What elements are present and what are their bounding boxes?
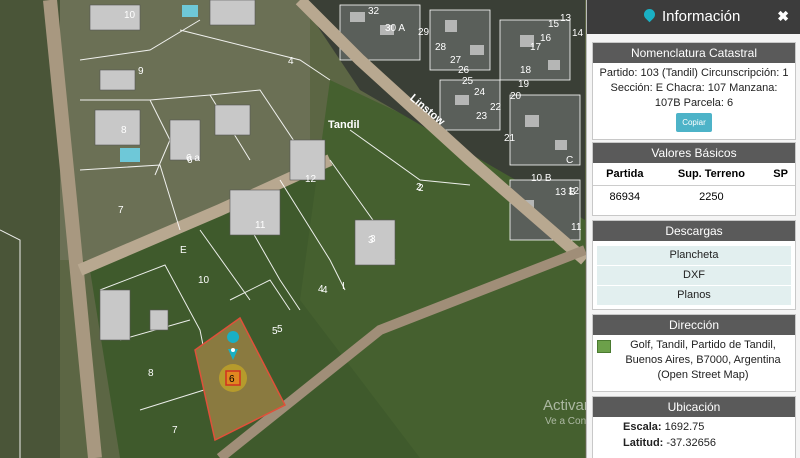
direccion-header: Dirección xyxy=(593,315,795,335)
location-pin-icon xyxy=(641,6,658,23)
column-header: SP xyxy=(773,168,788,180)
lot-label: 11 xyxy=(571,222,582,233)
download-planos-link[interactable]: Planos xyxy=(597,285,791,305)
sp-value xyxy=(766,185,795,208)
lot-label: 6 a xyxy=(186,153,200,164)
lot-label: 7 xyxy=(118,205,124,216)
lot-label: 32 xyxy=(368,6,380,17)
lot-label: 4 xyxy=(318,284,324,295)
info-panel: Información ✖ Nomenclatura Catastral Par… xyxy=(586,0,800,458)
lot-label: 8 xyxy=(148,368,154,379)
lot-label: 29 xyxy=(418,27,430,38)
escala-value: 1692.75 xyxy=(664,421,705,433)
place-label-tandil: Tandil xyxy=(328,119,360,131)
lot-label: 24 xyxy=(474,87,486,98)
descargas-card: Descargas Plancheta DXF Planos xyxy=(592,220,796,310)
lot-label: 7 xyxy=(172,425,178,436)
lot-label: 21 xyxy=(504,133,516,144)
lot-label: 13 B xyxy=(555,187,576,198)
selected-lot-label: 6 xyxy=(229,374,235,385)
lot-label: 11 xyxy=(255,220,266,231)
lot-label: 25 xyxy=(462,76,474,87)
nomenclatura-header: Nomenclatura Catastral xyxy=(593,43,795,63)
column-header: Partida xyxy=(606,168,644,180)
latitud-label: Latitud: xyxy=(623,437,664,449)
lot-label: 19 xyxy=(518,79,530,90)
latitud-value: -37.32656 xyxy=(666,437,716,449)
escala-label: Escala: xyxy=(623,421,662,433)
table-row: 86934 2250 xyxy=(593,185,795,208)
lot-label: 18 xyxy=(520,65,532,76)
lot-label: 16 xyxy=(540,33,552,44)
download-dxf-link[interactable]: DXF xyxy=(597,265,791,285)
lot-label: 26 xyxy=(458,65,470,76)
panel-title: Información xyxy=(662,8,741,25)
lot-label: C xyxy=(566,155,573,166)
panel-header: Información ✖ xyxy=(587,0,800,34)
lot-label: 28 xyxy=(435,42,447,53)
valores-card: Valores Básicos Partida Sup. Terreno SP … xyxy=(592,142,796,216)
lot-label: 23 xyxy=(476,111,488,122)
nomenclatura-card: Nomenclatura Catastral Partido: 103 (Tan… xyxy=(592,42,796,140)
lot-label: 2 xyxy=(416,182,422,193)
lot-label: 3 xyxy=(368,235,374,246)
column-header: Sup. Terreno xyxy=(677,168,745,180)
ubicacion-header: Ubicación xyxy=(593,397,795,417)
download-plancheta-link[interactable]: Plancheta xyxy=(597,245,791,265)
lot-label: 22 xyxy=(490,102,502,113)
lot-label: 30 A xyxy=(385,23,405,34)
descargas-header: Descargas xyxy=(593,221,795,241)
valores-header: Valores Básicos xyxy=(593,143,795,163)
direccion-card: Dirección Golf, Tandil, Partido de Tandi… xyxy=(592,314,796,392)
partida-value: 86934 xyxy=(593,185,657,208)
lot-label: 10 xyxy=(198,275,210,286)
sector-label: I xyxy=(342,281,345,292)
ubicacion-card: Ubicación Escala: 1692.75 Latitud: -37.3… xyxy=(592,396,796,458)
lot-label: 20 xyxy=(510,91,522,102)
lot-label: 5 xyxy=(277,324,283,335)
lot-label: 14 xyxy=(572,28,584,39)
map-icon xyxy=(597,340,611,353)
lot-label: 12 xyxy=(305,174,317,185)
lot-label: 13 xyxy=(560,13,572,24)
lot-label: 10 xyxy=(124,10,136,21)
superficie-value: 2250 xyxy=(656,185,767,208)
lot-label: 15 xyxy=(548,19,560,30)
copy-button[interactable]: Copiar xyxy=(676,113,712,132)
lot-label: 5 xyxy=(272,326,278,337)
sector-label: E xyxy=(180,245,187,256)
valores-table: Partida Sup. Terreno SP 86934 2250 xyxy=(593,163,795,208)
close-icon[interactable]: ✖ xyxy=(777,8,789,25)
lot-label: 4 xyxy=(288,56,294,67)
lot-label: 8 xyxy=(121,125,127,136)
direccion-text: Golf, Tandil, Partido de Tandil, Buenos … xyxy=(625,339,781,381)
lot-label: 9 xyxy=(138,66,144,77)
lot-label: 10 B xyxy=(531,173,552,184)
nomenclatura-text: Partido: 103 (Tandil) Circunscripción: 1… xyxy=(599,67,789,109)
